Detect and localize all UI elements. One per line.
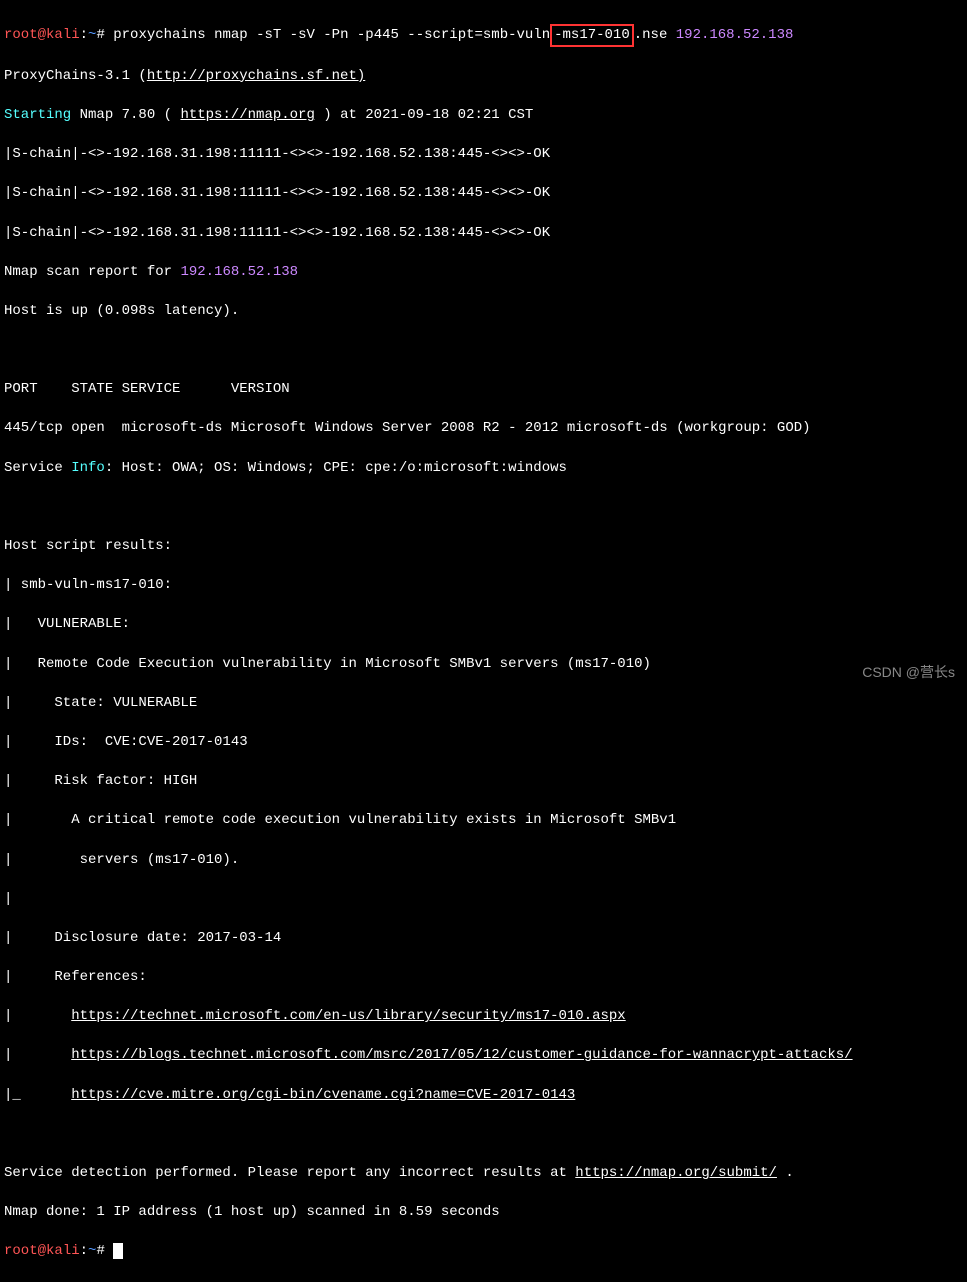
chain-line: |S-chain|-<>-192.168.31.198:11111-<><>-1… [4, 184, 963, 204]
detection-line: Service detection performed. Please repo… [4, 1164, 963, 1184]
command-line: root@kali:~# proxychains nmap -sT -sV -P… [4, 24, 963, 48]
vuln-line: | [4, 890, 963, 910]
terminal-output: root@kali:~# proxychains nmap -sT -sV -P… [4, 4, 963, 1282]
prompt-user: root [4, 27, 38, 43]
port-header: PORT STATE SERVICE VERSION [4, 380, 963, 400]
vuln-line: | smb-vuln-ms17-010: [4, 576, 963, 596]
proxychains-link[interactable]: http://proxychains.sf.net) [147, 68, 365, 84]
command-text-1: proxychains nmap -sT -sV -Pn -p445 --scr… [113, 27, 550, 43]
cursor [113, 1243, 123, 1259]
starting-text: Starting [4, 107, 71, 123]
vuln-ref-line: |_ https://cve.mitre.org/cgi-bin/cvename… [4, 1086, 963, 1106]
nmap-start-line: Starting Nmap 7.80 ( https://nmap.org ) … [4, 106, 963, 126]
prompt-host: kali [46, 1243, 80, 1259]
vuln-line: | IDs: CVE:CVE-2017-0143 [4, 733, 963, 753]
blank-line [4, 1125, 963, 1145]
prompt-path: ~ [88, 1243, 96, 1259]
blank-line [4, 498, 963, 518]
prompt-user: root [4, 1243, 38, 1259]
host-up-line: Host is up (0.098s latency). [4, 302, 963, 322]
highlight-ms17-010: -ms17-010 [550, 24, 634, 48]
prompt-symbol: # [96, 1243, 104, 1259]
submit-link[interactable]: https://nmap.org/submit/ [575, 1165, 777, 1181]
port-line: 445/tcp open microsoft-ds Microsoft Wind… [4, 419, 963, 439]
vuln-line: | State: VULNERABLE [4, 694, 963, 714]
command-text-2: .nse [634, 27, 676, 43]
technet-link[interactable]: https://technet.microsoft.com/en-us/libr… [71, 1008, 626, 1024]
chain-line: |S-chain|-<>-192.168.31.198:11111-<><>-1… [4, 145, 963, 165]
watermark: CSDN @营长s [862, 663, 955, 683]
vuln-ref-line: | https://blogs.technet.microsoft.com/ms… [4, 1046, 963, 1066]
vuln-line: | Disclosure date: 2017-03-14 [4, 929, 963, 949]
host-script-header: Host script results: [4, 537, 963, 557]
proxychains-version: ProxyChains-3.1 (http://proxychains.sf.n… [4, 67, 963, 87]
blank-line [4, 341, 963, 361]
service-info-line: Service Info: Host: OWA; OS: Windows; CP… [4, 459, 963, 479]
vuln-line: | Risk factor: HIGH [4, 772, 963, 792]
nmap-link[interactable]: https://nmap.org [180, 107, 314, 123]
vuln-line: | References: [4, 968, 963, 988]
scan-ip: 192.168.52.138 [180, 264, 298, 280]
vuln-line: | A critical remote code execution vulne… [4, 811, 963, 831]
scan-report-line: Nmap scan report for 192.168.52.138 [4, 263, 963, 283]
prompt-host: kali [46, 27, 80, 43]
nmap-done-line: Nmap done: 1 IP address (1 host up) scan… [4, 1203, 963, 1223]
cve-link[interactable]: https://cve.mitre.org/cgi-bin/cvename.cg… [71, 1087, 575, 1103]
vuln-ref-line: | https://technet.microsoft.com/en-us/li… [4, 1007, 963, 1027]
prompt-symbol: # [96, 27, 104, 43]
vuln-line: | VULNERABLE: [4, 615, 963, 635]
target-ip: 192.168.52.138 [676, 27, 794, 43]
vuln-line: | servers (ms17-010). [4, 851, 963, 871]
prompt-line[interactable]: root@kali:~# [4, 1242, 963, 1262]
blogs-link[interactable]: https://blogs.technet.microsoft.com/msrc… [71, 1047, 852, 1063]
vuln-line: | Remote Code Execution vulnerability in… [4, 655, 963, 675]
chain-line: |S-chain|-<>-192.168.31.198:11111-<><>-1… [4, 224, 963, 244]
